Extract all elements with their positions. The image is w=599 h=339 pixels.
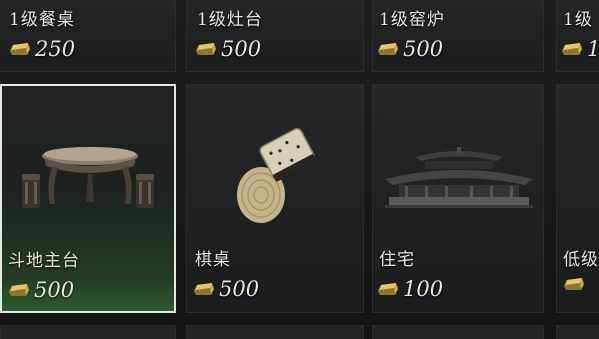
- shop-grid: 1级餐桌 250 1级灶台 500 1级窑炉 500 1级 斗地主台 500 棋…: [0, 0, 599, 339]
- item-price-value: 250: [35, 37, 76, 61]
- gold-ingot-icon: [194, 283, 214, 295]
- item-name: 1级灶台: [197, 10, 263, 30]
- shop-card-next-row[interactable]: [372, 325, 544, 339]
- item-price: 500: [8, 278, 74, 302]
- item-name: 住宅: [379, 250, 415, 270]
- item-name: 1级: [563, 10, 593, 30]
- item-name: 低级: [563, 250, 599, 270]
- table-stools-icon: [22, 147, 154, 208]
- house-icon: [385, 147, 533, 208]
- item-name: 斗地主台: [8, 251, 80, 271]
- item-price: 500: [193, 277, 259, 301]
- shop-card-doudizhu-table[interactable]: 斗地主台 500: [0, 84, 176, 313]
- shop-card-next-row[interactable]: [186, 325, 364, 339]
- item-price-value: 100: [403, 277, 444, 301]
- shop-card-dining-table[interactable]: 1级餐桌 250: [0, 0, 176, 72]
- item-price-value: 500: [34, 278, 75, 302]
- item-price-value: 500: [221, 37, 262, 61]
- shop-card-chess-table[interactable]: 棋桌 500: [186, 84, 364, 313]
- gold-ingot-icon: [196, 43, 216, 55]
- shop-card-partial-main[interactable]: 低级: [556, 84, 599, 313]
- gold-ingot-icon: [562, 43, 582, 55]
- item-name: 棋桌: [195, 250, 231, 270]
- gold-ingot-icon: [564, 278, 584, 290]
- item-name: 1级餐桌: [9, 10, 75, 30]
- gold-ingot-icon: [10, 43, 30, 55]
- item-price: 100: [377, 277, 443, 301]
- shop-card-stove[interactable]: 1级灶台 500: [186, 0, 364, 72]
- item-price: 250: [9, 37, 75, 61]
- shop-card-next-row[interactable]: [556, 325, 599, 339]
- shop-card-next-row[interactable]: [0, 325, 176, 339]
- item-price-value: 500: [403, 37, 444, 61]
- item-price: 500: [377, 37, 443, 61]
- item-price-value: 1: [587, 37, 599, 61]
- item-price: 500: [195, 37, 261, 61]
- shop-card-kiln[interactable]: 1级窑炉 500: [372, 0, 544, 72]
- item-price-value: 500: [219, 277, 260, 301]
- shop-card-residence[interactable]: 住宅 100: [372, 84, 544, 313]
- gold-ingot-icon: [378, 43, 398, 55]
- gold-ingot-icon: [378, 283, 398, 295]
- chess-board-icon: [237, 128, 317, 223]
- shop-card-partial-top[interactable]: 1级 1: [556, 0, 599, 72]
- item-price: 1: [561, 37, 599, 61]
- item-price: [563, 277, 589, 291]
- item-name: 1级窑炉: [379, 10, 445, 30]
- gold-ingot-icon: [9, 284, 29, 296]
